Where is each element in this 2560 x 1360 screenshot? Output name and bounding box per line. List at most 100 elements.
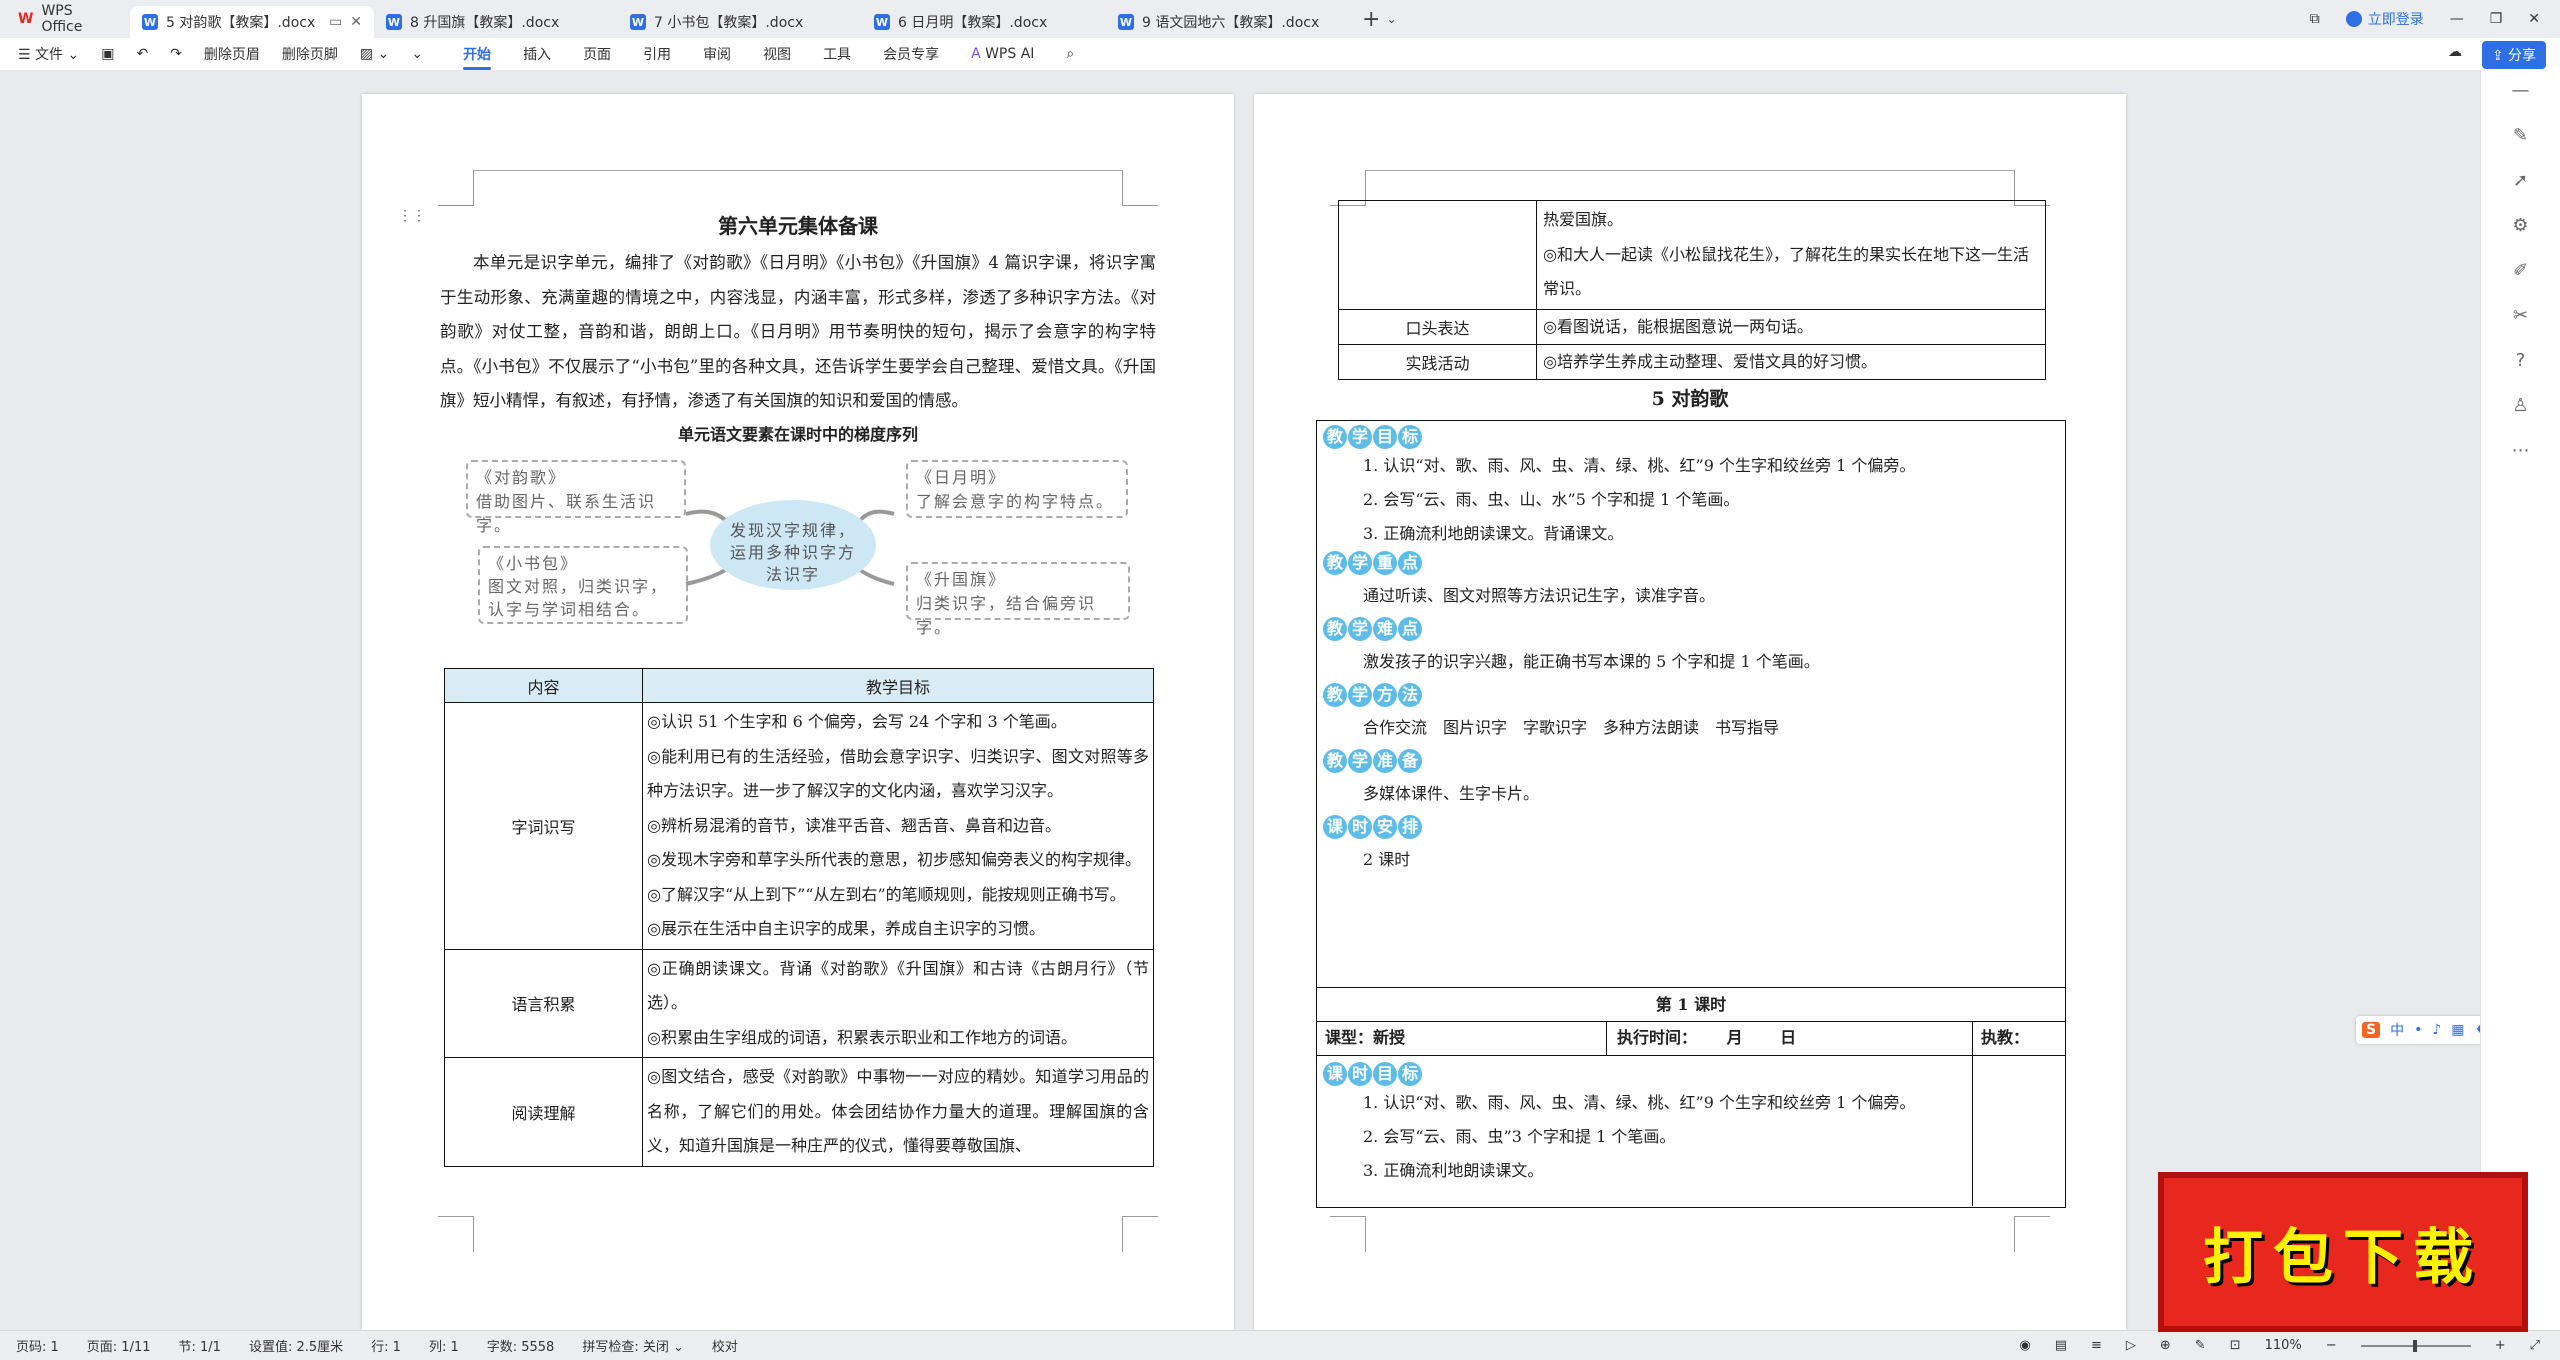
restore-icon[interactable]: ❐ xyxy=(2490,11,2503,27)
close-icon[interactable]: ✕ xyxy=(350,14,362,30)
goal-item: ◎看图说话，能根据图意说一两句话。 xyxy=(1536,308,2046,345)
status-row[interactable]: 行: 1 xyxy=(371,1336,401,1355)
unit-goals-table-continued: 热爱国旗。 ◎和大人一起读《小松鼠找花生》，了解花生的果实长在地下这一生活常识。… xyxy=(1338,200,2046,380)
zoom-in-icon[interactable]: + xyxy=(2495,1338,2506,1353)
share-button[interactable]: ⇪ 分享 xyxy=(2481,41,2546,69)
save-icon[interactable]: ▣ xyxy=(101,46,114,62)
shirt-icon[interactable]: ♙ xyxy=(2512,395,2528,416)
tab-label: 9 语文园地六【教案】.docx xyxy=(1142,15,1320,31)
pen-icon[interactable]: ✎ xyxy=(2513,125,2528,146)
status-page-number[interactable]: 页码: 1 xyxy=(16,1336,59,1355)
tab-document-5[interactable]: W 5 对韵歌【教案】.docx ▭ ✕ xyxy=(130,6,374,38)
tab-document-8[interactable]: W 8 升国旗【教案】.docx xyxy=(374,6,618,38)
fit-icon[interactable]: ⊡ xyxy=(2230,1338,2241,1353)
monitor-icon[interactable]: ▭ xyxy=(329,14,342,30)
tab-member[interactable]: 会员专享 xyxy=(883,44,939,64)
file-menu[interactable]: 文件 xyxy=(35,47,63,63)
write-icon[interactable]: ✎ xyxy=(2195,1338,2206,1353)
status-word-count[interactable]: 字数: 5558 xyxy=(487,1336,555,1355)
play-icon[interactable]: ▷ xyxy=(2126,1338,2136,1353)
badge-teaching-difficulty: 教学难点 xyxy=(1323,617,1422,641)
page-1: ⋮⋮ 第六单元集体备课 本单元是识字单元，编排了《对韵歌》《日月明》《小书包》《… xyxy=(362,94,1234,1330)
menu-icon[interactable]: ☰ 文件 ⌄ xyxy=(18,44,79,64)
zoom-out-icon[interactable]: − xyxy=(2326,1338,2337,1353)
more-chevron-icon[interactable]: ⌄ xyxy=(411,46,423,62)
tab-home[interactable]: 开始 xyxy=(463,44,492,70)
list-view-icon[interactable]: ≡ xyxy=(2091,1338,2102,1353)
header-line xyxy=(474,170,1122,171)
minimize-icon[interactable]: — xyxy=(2450,11,2464,27)
zoom-slider-knob[interactable] xyxy=(2412,1339,2417,1352)
help-icon[interactable]: ? xyxy=(2516,350,2526,371)
wps-ai-button[interactable]: A WPS AI xyxy=(971,46,1034,62)
ime-keyboard-icon[interactable]: ▦ xyxy=(2451,1022,2464,1038)
spell-check-label: 拼写检查: 关闭 xyxy=(582,1340,669,1355)
period-title: 第 1 课时 xyxy=(1317,987,2065,1022)
ime-mic-icon[interactable]: ♪ xyxy=(2432,1022,2441,1038)
tab-review[interactable]: 审阅 xyxy=(703,44,731,64)
page-2: 热爱国旗。 ◎和大人一起读《小松鼠找花生》，了解花生的果实长在地下这一生活常识。… xyxy=(1254,94,2126,1330)
wps-ai-label: WPS AI xyxy=(985,46,1035,62)
window-list-icon[interactable]: ⧉ xyxy=(2310,11,2320,27)
wps-home-tab[interactable]: W WPS Office xyxy=(0,0,130,38)
status-spell-check[interactable]: 拼写检查: 关闭 ⌄ xyxy=(582,1336,684,1355)
mind-node-duiyunge: 《对韵歌》 借助图片、联系生活识字。 xyxy=(466,460,686,535)
mind-node-riyueming: 《日月明》 了解会意字的构字特点。 xyxy=(906,460,1128,518)
edit-box-icon[interactable]: ✐ xyxy=(2513,260,2528,281)
ime-punct-icon[interactable]: • xyxy=(2414,1022,2422,1038)
new-tab-plus-icon[interactable]: + ⌄ xyxy=(1362,0,1397,38)
delete-header-button[interactable]: 删除页眉 xyxy=(204,44,260,64)
goal-item: ◎认识 51 个生字和 6 个偏旁，会写 24 个字和 3 个笔画。 xyxy=(647,712,1067,731)
format-icon[interactable]: ▨ ⌄ xyxy=(360,46,389,62)
status-section[interactable]: 节: 1/1 xyxy=(179,1336,221,1355)
settings-sliders-icon[interactable]: ⚙ xyxy=(2512,215,2528,236)
tab-view[interactable]: 视图 xyxy=(763,44,791,64)
status-col[interactable]: 列: 1 xyxy=(429,1336,459,1355)
login-button[interactable]: 立即登录 xyxy=(2345,9,2424,29)
redo-icon[interactable]: ↷ xyxy=(170,46,182,62)
tab-document-9[interactable]: W 9 语文园地六【教案】.docx xyxy=(1106,6,1350,38)
doc-icon: W xyxy=(386,14,402,30)
table-row: 阅读理解 ◎图文结合，感受《对韵歌》中事物一一对应的精妙。知道学习用品的名称，了… xyxy=(444,1057,1154,1167)
tab-document-6[interactable]: W 6 日月明【教案】.docx xyxy=(862,6,1106,38)
tab-page[interactable]: 页面 xyxy=(583,44,611,64)
web-view-icon[interactable]: ⊕ xyxy=(2160,1338,2171,1353)
mind-node-title: 《小书包》 xyxy=(488,554,579,573)
tab-label: 7 小书包【教案】.docx xyxy=(654,15,804,31)
tab-label: 6 日月明【教案】.docx xyxy=(898,15,1048,31)
period-goals-cell: 课时目标 1. 认识“对、歌、雨、风、虫、清、绿、桃、红”9 个生字和绞丝旁 1… xyxy=(1317,1056,1973,1206)
tab-reference[interactable]: 引用 xyxy=(643,44,671,64)
fullscreen-icon[interactable]: ⤢ xyxy=(2530,1338,2540,1353)
window-close-icon[interactable]: ✕ xyxy=(2528,11,2540,27)
undo-icon[interactable]: ↶ xyxy=(136,46,148,62)
badge-teaching-prep: 教学准备 xyxy=(1323,749,1422,773)
search-icon[interactable]: ⌕ xyxy=(1066,46,1074,62)
tools-icon[interactable]: ✂ xyxy=(2513,305,2528,326)
tab-tools[interactable]: 工具 xyxy=(823,44,851,64)
tab-document-7[interactable]: W 7 小书包【教案】.docx xyxy=(618,6,862,38)
status-setting[interactable]: 设置值: 2.5厘米 xyxy=(249,1336,343,1355)
avatar-icon xyxy=(2345,11,2362,27)
header-line xyxy=(1366,170,2014,171)
doc-icon: W xyxy=(630,14,646,30)
pointer-icon[interactable]: ➚ xyxy=(2513,170,2528,191)
more-icon[interactable]: ⋯ xyxy=(2512,440,2530,461)
eye-icon[interactable]: ◉ xyxy=(2019,1338,2030,1353)
mind-node-body: 图文对照，归类识字，认字与学词相结合。 xyxy=(488,577,669,619)
zoom-level[interactable]: 110% xyxy=(2265,1338,2302,1353)
download-banner[interactable]: 打包下载 xyxy=(2158,1172,2528,1332)
delete-footer-button[interactable]: 删除页脚 xyxy=(282,44,338,64)
status-pages[interactable]: 页面: 1/11 xyxy=(87,1336,151,1355)
collapse-icon[interactable]: — xyxy=(2512,80,2530,101)
page-view-icon[interactable]: ▤ xyxy=(2055,1338,2067,1353)
login-label: 立即登录 xyxy=(2367,12,2424,28)
status-proofread[interactable]: 校对 xyxy=(712,1336,738,1355)
section-teaching-method: 教学方法 合作交流 图片识字 字歌识字 多种方法朗读 书写指导 xyxy=(1323,683,2059,749)
cloud-icon[interactable]: ☁ xyxy=(2448,44,2462,60)
zoom-slider[interactable] xyxy=(2360,1339,2471,1352)
goal-item: 热爱国旗。 xyxy=(1543,210,1624,229)
section-line: 2 课时 xyxy=(1363,850,1411,869)
goal-item: ◎能利用已有的生活经验，借助会意字识字、归类识字、图文对照等多种方法识字。进一步… xyxy=(647,746,1149,801)
tab-insert[interactable]: 插入 xyxy=(523,44,551,64)
ime-chinese-icon[interactable]: 中 xyxy=(2390,1020,2404,1040)
